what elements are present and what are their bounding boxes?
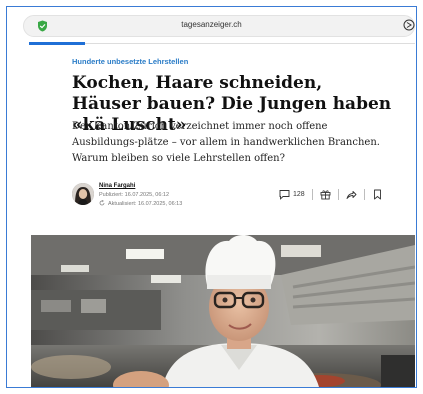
comment-icon [279,189,290,200]
author-name[interactable]: Nina Fargahi [99,183,135,189]
updated-date: Aktualisiert: 16.07.2025, 06:13 [108,201,183,207]
share-button[interactable] [346,189,357,200]
article-actions: 128 [279,187,383,201]
bookmark-button[interactable] [372,189,383,200]
article-hero-image [31,235,415,387]
comments-button[interactable]: 128 [279,189,305,200]
url-text[interactable]: tagesanzeiger.ch [7,20,416,29]
reader-icon[interactable] [403,19,415,31]
tab-divider [29,43,415,44]
article-kicker: Hunderte unbesetzte Lehrstellen [72,57,189,66]
bookmark-icon [373,189,381,199]
gift-button[interactable] [320,189,331,200]
updated-line: Aktualisiert: 16.07.2025, 06:13 [99,200,182,207]
gift-icon [320,189,331,199]
published-date: Publiziert: 16.07.2025, 06:12 [99,192,170,198]
author-avatar[interactable] [72,183,94,205]
share-icon [346,190,357,199]
article-lead: Der Kanton Zürich verzeichnet immer noch… [72,121,380,164]
tab-indicator [29,42,85,45]
separator [337,188,339,200]
hero-photo [31,235,415,387]
separator [363,188,365,200]
refresh-icon [99,200,105,206]
browser-viewport: tagesanzeiger.ch Hunderte unbesetzte Leh… [6,6,417,388]
separator [311,188,313,200]
comments-count: 128 [293,190,305,198]
